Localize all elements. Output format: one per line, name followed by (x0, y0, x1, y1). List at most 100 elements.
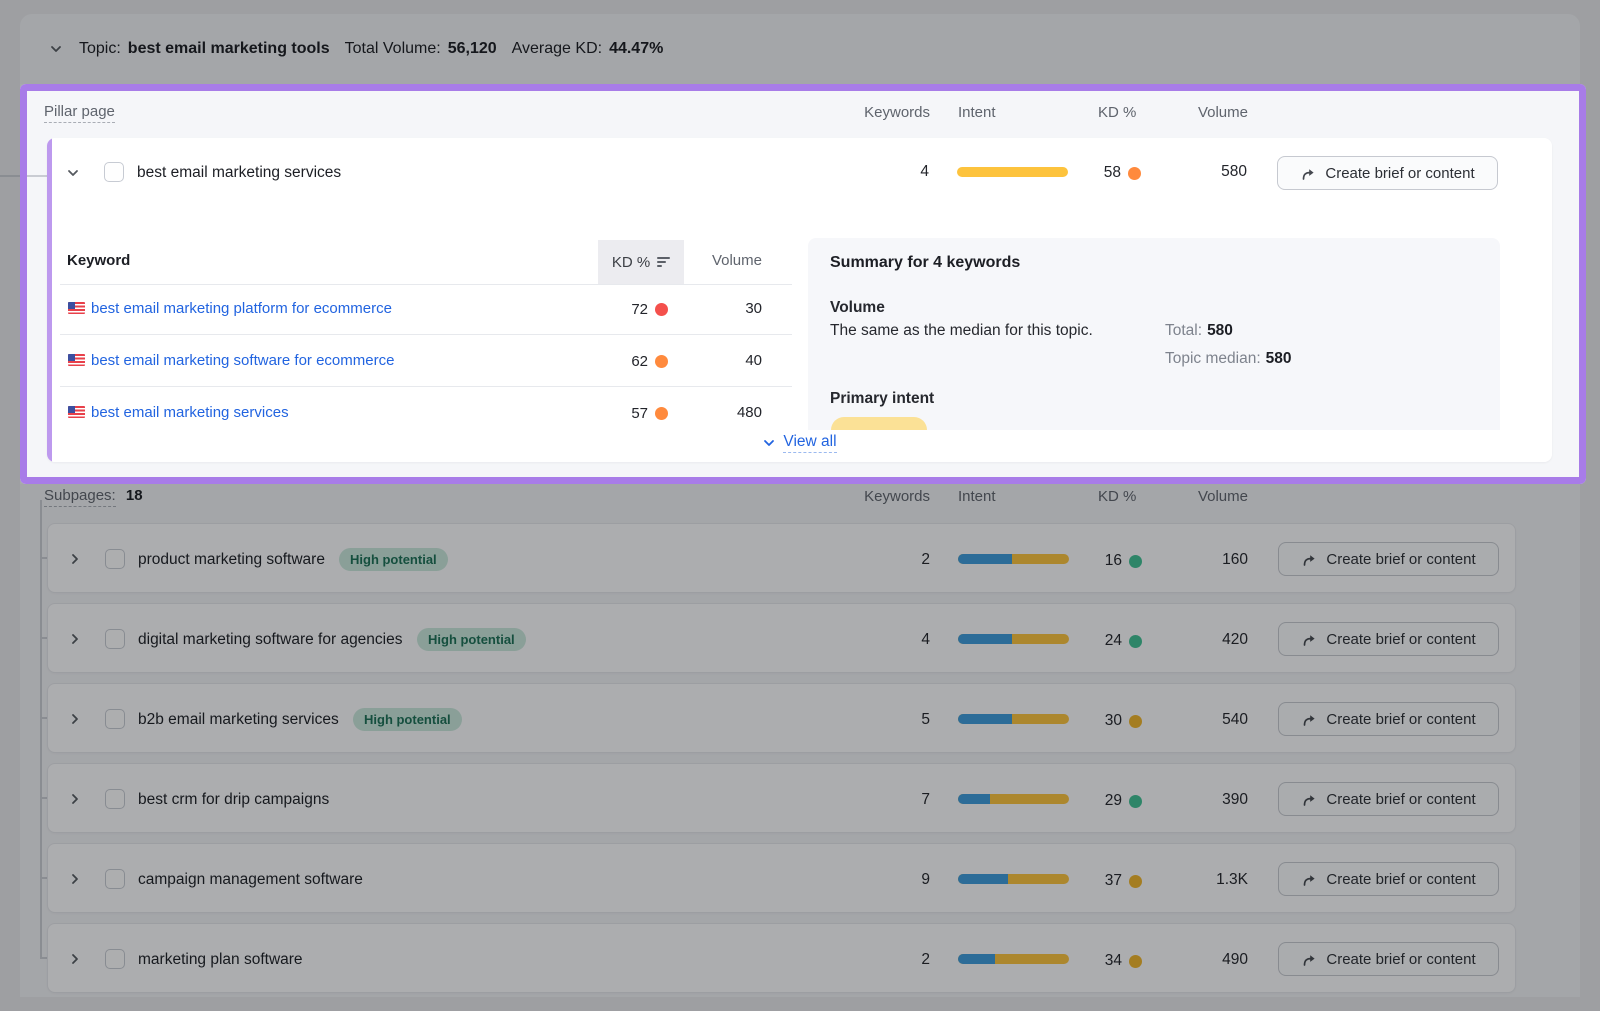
redirect-arrow-icon (1300, 166, 1316, 181)
column-header-kd: KD % (1098, 104, 1136, 121)
chevron-down-icon[interactable] (65, 165, 81, 181)
subpage-checkbox[interactable] (105, 789, 125, 809)
column-header-intent: Intent (958, 488, 996, 505)
pillar-volume: 580 (1157, 163, 1247, 181)
intent-bar-blue-segment (958, 714, 1012, 724)
subpage-title: best crm for drip campaigns (138, 791, 329, 809)
us-flag-icon (68, 354, 85, 366)
tree-connector-stub (40, 717, 47, 719)
kd-dot-icon (1129, 635, 1142, 648)
subpage-keywords-count: 9 (840, 871, 930, 889)
subpage-title: product marketing software (138, 551, 325, 569)
create-brief-button[interactable]: Create brief or content (1278, 782, 1499, 816)
redirect-arrow-icon (1301, 632, 1317, 647)
subpage-checkbox[interactable] (105, 709, 125, 729)
view-all-link[interactable]: View all (762, 433, 836, 453)
keyword-link[interactable]: best email marketing software for ecomme… (91, 352, 394, 369)
intent-bar-blue-segment (958, 634, 1012, 644)
chevron-right-icon[interactable] (67, 951, 83, 967)
subpage-kd-value: 29 (1088, 792, 1122, 810)
keyword-link[interactable]: best email marketing platform for ecomme… (91, 300, 392, 317)
subpage-row[interactable]: product marketing software High potentia… (47, 523, 1516, 593)
subpage-row[interactable]: best crm for drip campaigns 7 29 390 Cre… (47, 763, 1516, 833)
chevron-right-icon[interactable] (67, 871, 83, 887)
pillar-kd: 58 (1087, 164, 1141, 182)
subpage-row[interactable]: digital marketing software for agencies … (47, 603, 1516, 673)
create-brief-label: Create brief or content (1326, 791, 1475, 808)
chevron-down-icon[interactable] (48, 41, 64, 57)
high-potential-badge: High potential (417, 628, 526, 651)
subpage-volume: 160 (1158, 551, 1248, 569)
chevron-right-icon[interactable] (67, 711, 83, 727)
subpage-intent-bar (958, 714, 1069, 724)
create-brief-button[interactable]: Create brief or content (1278, 942, 1499, 976)
create-brief-button[interactable]: Create brief or content (1277, 156, 1498, 190)
keyword-kd-value: 62 (600, 353, 648, 370)
keyword-kd-value: 72 (600, 301, 648, 318)
us-flag-icon (68, 302, 85, 314)
subpage-row[interactable]: b2b email marketing services High potent… (47, 683, 1516, 753)
summary-median-value: 580 (1266, 350, 1292, 367)
high-potential-badge: High potential (339, 548, 448, 571)
pillar-kd-value: 58 (1087, 164, 1121, 182)
high-potential-badge: High potential (353, 708, 462, 731)
kd-dot-icon (1129, 555, 1142, 568)
pillar-row-card: best email marketing services 4 58 580 C… (47, 138, 1552, 462)
subpages-count: 18 (126, 487, 143, 504)
subpage-title: marketing plan software (138, 951, 303, 969)
keyword-link[interactable]: best email marketing services (91, 404, 289, 421)
chevron-right-icon[interactable] (67, 631, 83, 647)
pillar-intent-bar (957, 167, 1068, 177)
subpages-label-text: Subpages: (44, 487, 116, 507)
kd-dot-icon (655, 407, 668, 420)
view-all-label: View all (783, 433, 836, 453)
summary-total-value: 580 (1207, 322, 1233, 339)
subpage-kd-value: 16 (1088, 552, 1122, 570)
keyword-kd: 62 (600, 353, 668, 370)
pillar-page-label[interactable]: Pillar page (44, 103, 115, 123)
tree-connector (40, 500, 42, 958)
subpage-row[interactable]: campaign management software 9 37 1.3K C… (47, 843, 1516, 913)
subpage-checkbox[interactable] (105, 629, 125, 649)
subpage-intent-bar (958, 554, 1069, 564)
subpage-kd: 16 (1088, 552, 1142, 570)
intent-bar-blue-segment (958, 874, 1008, 884)
redirect-arrow-icon (1301, 952, 1317, 967)
subpage-keywords-count: 2 (840, 551, 930, 569)
average-kd-label: Average KD: (512, 40, 602, 58)
subpage-volume: 1.3K (1158, 871, 1248, 889)
summary-volume-note: The same as the median for this topic. (830, 322, 1093, 340)
chevron-right-icon[interactable] (67, 551, 83, 567)
subpage-kd: 24 (1088, 632, 1142, 650)
kd-dot-icon (655, 303, 668, 316)
divider (60, 284, 792, 285)
subpage-row[interactable]: marketing plan software 2 34 490 Create … (47, 923, 1516, 993)
subpage-checkbox[interactable] (105, 869, 125, 889)
create-brief-button[interactable]: Create brief or content (1278, 542, 1499, 576)
subpage-checkbox[interactable] (105, 549, 125, 569)
keyword-kd: 72 (600, 301, 668, 318)
subpages-label[interactable]: Subpages: 18 (44, 487, 143, 504)
topic-value: best email marketing tools (128, 40, 330, 58)
create-brief-button[interactable]: Create brief or content (1278, 702, 1499, 736)
redirect-arrow-icon (1301, 552, 1317, 567)
create-brief-button[interactable]: Create brief or content (1278, 862, 1499, 896)
summary-median: Topic median:580 (1165, 350, 1292, 368)
pillar-checkbox[interactable] (104, 162, 124, 182)
keyword-table-header: Keyword (67, 252, 130, 269)
column-header-keywords: Keywords (840, 488, 930, 505)
subpage-kd: 34 (1088, 952, 1142, 970)
kd-dot-icon (1129, 795, 1142, 808)
view-all-bar: View all (47, 430, 1552, 462)
keyword-volume: 40 (690, 352, 762, 369)
subpage-kd-value: 24 (1088, 632, 1122, 650)
kd-sort-header[interactable]: KD % (598, 240, 684, 284)
subpage-checkbox[interactable] (105, 949, 125, 969)
summary-panel: Summary for 4 keywords Volume The same a… (808, 238, 1500, 462)
summary-title: Summary for 4 keywords (830, 254, 1020, 272)
kd-dot-icon (1128, 167, 1141, 180)
tree-connector-stub (40, 637, 47, 639)
create-brief-button[interactable]: Create brief or content (1278, 622, 1499, 656)
summary-total: Total:580 (1165, 322, 1233, 340)
chevron-right-icon[interactable] (67, 791, 83, 807)
